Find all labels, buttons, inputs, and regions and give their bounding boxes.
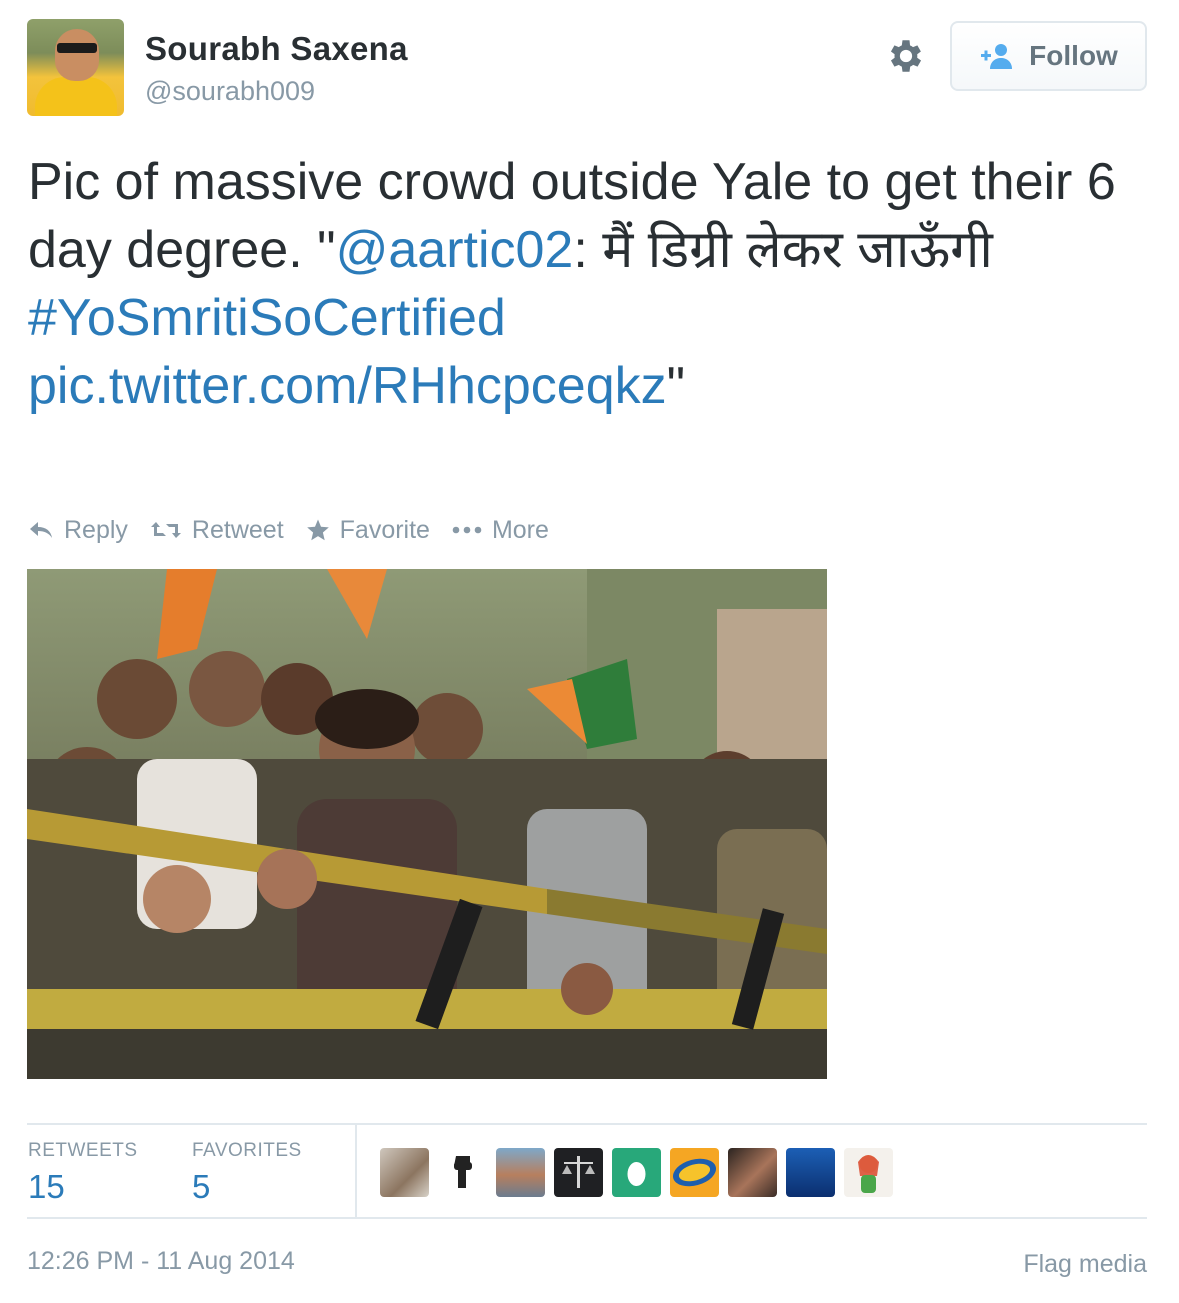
favorites-stat[interactable]: FAVORITES 5 [192, 1140, 302, 1206]
scales-icon [562, 1156, 595, 1188]
user-handle[interactable]: @sourabh009 [145, 76, 315, 107]
reply-icon [30, 522, 52, 538]
fist-icon [454, 1156, 472, 1188]
favoriter-avatars [380, 1148, 893, 1197]
retweets-stat[interactable]: RETWEETS 15 [28, 1140, 138, 1206]
favoriter-avatar[interactable] [670, 1148, 719, 1197]
tweet-actions: Reply Retweet Favorite More [28, 512, 571, 548]
favorite-label: Favorite [339, 515, 430, 544]
favoriter-avatar[interactable] [554, 1148, 603, 1197]
stats-vertical-divider [355, 1124, 357, 1218]
more-button[interactable]: More [452, 516, 549, 545]
star-icon [306, 519, 329, 541]
hashtag-link[interactable]: #YoSmritiSoCertified [28, 289, 506, 347]
favoriter-avatar[interactable] [844, 1148, 893, 1197]
gear-icon[interactable] [885, 35, 927, 77]
avatar-face [55, 29, 99, 81]
user-display-name[interactable]: Sourabh Saxena [145, 30, 408, 68]
cartoon-avatar-icon [858, 1155, 879, 1193]
retweet-button[interactable]: Retweet [150, 516, 284, 545]
avatar-shirt [35, 77, 117, 116]
favoriter-avatar[interactable] [438, 1148, 487, 1197]
pic-link[interactable]: pic.twitter.com/RHhcpceqkz [28, 357, 667, 415]
retweet-icon [150, 522, 181, 538]
tweet-media-photo[interactable] [27, 569, 827, 1079]
retweets-count: 15 [28, 1168, 65, 1205]
tweet-text-end: " [666, 357, 686, 415]
crowd-photo [27, 569, 827, 1079]
avatar-glasses [57, 43, 97, 53]
user-avatar[interactable] [27, 19, 124, 116]
more-label: More [491, 515, 549, 544]
favoriter-avatar[interactable] [612, 1148, 661, 1197]
retweet-label: Retweet [191, 515, 284, 544]
favoriter-avatar[interactable] [496, 1148, 545, 1197]
follow-button-label: Follow [1029, 40, 1118, 71]
reply-label: Reply [64, 515, 128, 544]
retweets-label: RETWEETS [28, 1140, 138, 1161]
favorite-button[interactable]: Favorite [306, 516, 430, 545]
follow-button[interactable]: Follow [950, 21, 1147, 91]
favoriter-avatar[interactable] [786, 1148, 835, 1197]
tweet-text-part2: : मैं डिग्री लेकर जाऊँगी [573, 221, 993, 279]
brand-logo-icon [672, 1158, 717, 1187]
tweet-timestamp[interactable]: 12:26 PM - 11 Aug 2014 [27, 1247, 295, 1276]
more-dots-icon [452, 526, 482, 534]
flag-media-link[interactable]: Flag media [1023, 1250, 1147, 1279]
reply-button[interactable]: Reply [28, 516, 128, 545]
favoriter-avatar[interactable] [380, 1148, 429, 1197]
egg-icon [627, 1162, 646, 1186]
mention-link[interactable]: @aartic02 [336, 221, 574, 279]
favoriter-avatar[interactable] [728, 1148, 777, 1197]
stats-top-divider [27, 1123, 1147, 1125]
stats-bottom-divider [27, 1217, 1147, 1219]
follow-user-icon [981, 44, 1013, 69]
favorites-count: 5 [192, 1168, 211, 1205]
tweet-text: Pic of massive crowd outside Yale to get… [28, 148, 1148, 420]
favorites-label: FAVORITES [192, 1140, 302, 1161]
